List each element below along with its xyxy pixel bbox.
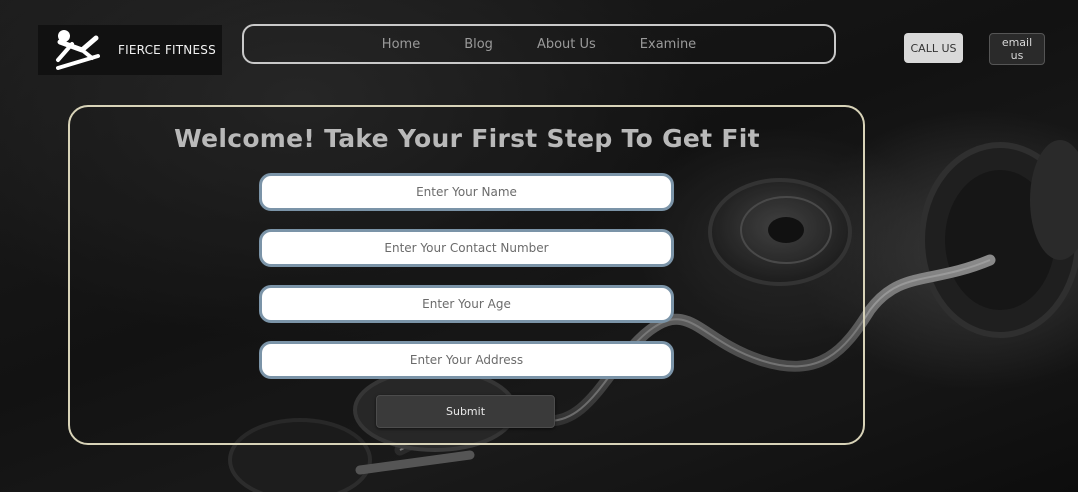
brand-name: FIERCE FITNESS <box>118 43 216 57</box>
nav-examine-link[interactable]: Examine <box>618 37 718 52</box>
form-title: Welcome! Take Your First Step To Get Fit <box>174 124 760 153</box>
age-input[interactable] <box>259 285 674 323</box>
main-nav: Home Blog About Us Examine <box>242 24 836 64</box>
nav-about-link[interactable]: About Us <box>515 37 618 52</box>
signup-form-panel <box>68 105 865 445</box>
name-input[interactable] <box>259 173 674 211</box>
submit-button[interactable]: Submit <box>376 395 555 428</box>
situp-figure-icon <box>56 30 100 70</box>
nav-home-link[interactable]: Home <box>360 37 442 52</box>
call-us-button[interactable]: CALL US <box>904 33 963 63</box>
email-us-button[interactable]: email us <box>989 33 1045 65</box>
nav-blog-link[interactable]: Blog <box>442 37 515 52</box>
brand-logo[interactable]: FIERCE FITNESS <box>38 25 222 75</box>
contact-number-input[interactable] <box>259 229 674 267</box>
address-input[interactable] <box>259 341 674 379</box>
